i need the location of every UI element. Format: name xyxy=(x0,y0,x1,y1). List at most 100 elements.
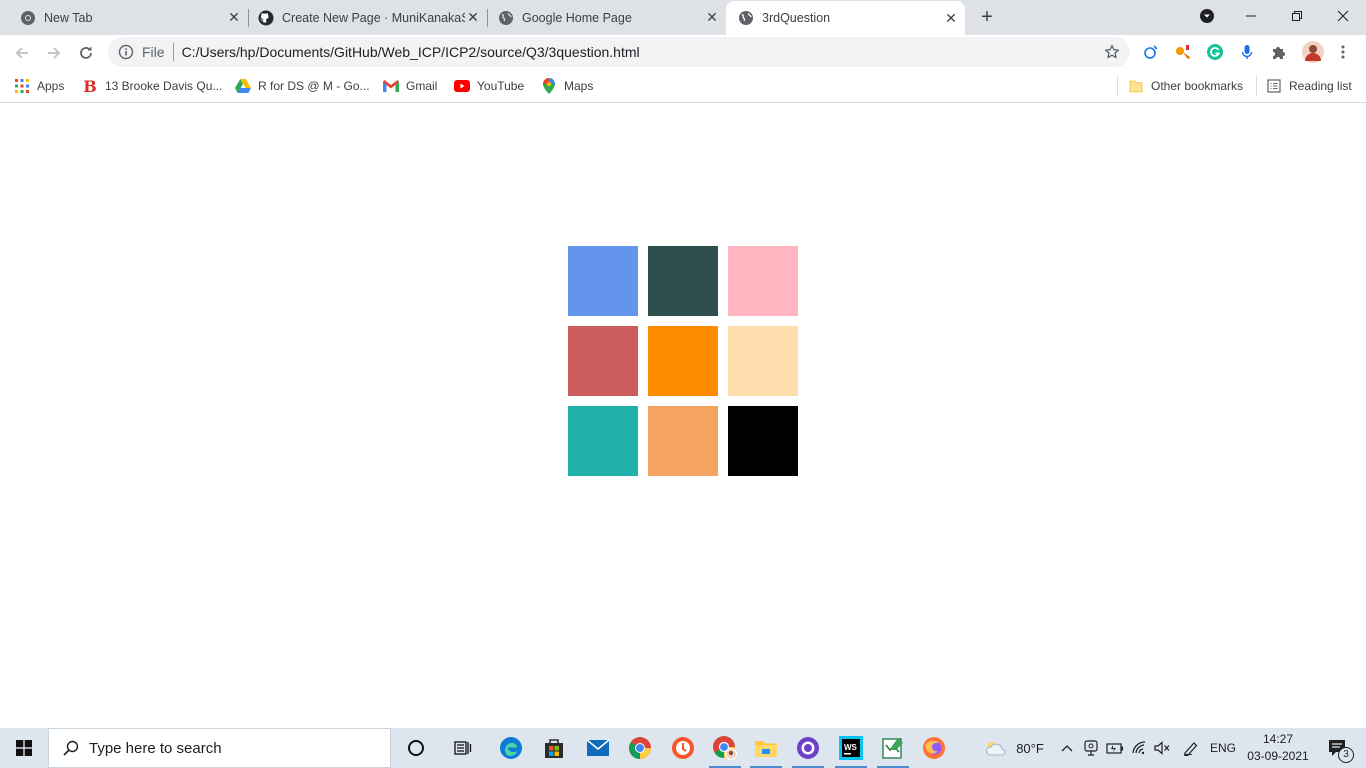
color-box xyxy=(728,406,798,476)
color-box xyxy=(648,246,718,316)
extensions-button[interactable] xyxy=(1270,43,1288,61)
clock-date: 03-09-2021 xyxy=(1247,749,1309,763)
taskbar-edge[interactable] xyxy=(491,728,531,768)
omnibox-divider xyxy=(172,43,174,61)
tab-title: 3rdQuestion xyxy=(762,11,831,25)
taskbar-webstorm[interactable]: WS xyxy=(831,728,871,768)
tab-title: Create New Page · MuniKanakaS xyxy=(282,10,465,25)
other-bookmarks-folder[interactable]: Other bookmarks xyxy=(1128,76,1243,96)
tab-title: Google Home Page xyxy=(522,10,632,25)
forward-button[interactable] xyxy=(42,41,66,65)
minimize-icon xyxy=(1246,15,1256,17)
taskbar-clock[interactable]: 14:27 03-09-2021 xyxy=(1243,731,1313,765)
page-viewport xyxy=(0,103,1366,728)
pen-icon xyxy=(1183,742,1198,756)
weather-widget[interactable] xyxy=(983,728,1009,768)
tab-create-new-page[interactable]: Create New Page · MuniKanakaS ✕ xyxy=(238,0,487,35)
taskbar-file-explorer[interactable] xyxy=(746,728,786,768)
address-bar[interactable]: File C:/Users/hp/Documents/GitHub/Web_IC… xyxy=(108,37,1130,67)
windows-logo-icon xyxy=(16,740,32,756)
close-icon[interactable]: ✕ xyxy=(943,10,959,26)
mail-icon xyxy=(586,739,610,756)
tab-3rdquestion[interactable]: 3rdQuestion ✕ xyxy=(726,1,965,35)
key-icon xyxy=(1176,45,1190,59)
globe-icon xyxy=(499,10,513,25)
microphone-icon xyxy=(1241,45,1253,59)
clock-time: 14:27 xyxy=(1262,732,1294,746)
url-text[interactable]: C:/Users/hp/Documents/GitHub/Web_ICP/ICP… xyxy=(182,44,640,60)
show-hidden-icons-button[interactable] xyxy=(1058,728,1076,768)
brave-icon xyxy=(672,737,694,759)
taskbar-search-box[interactable]: Type here to search xyxy=(48,728,391,768)
chrome-menu-button[interactable] xyxy=(1334,43,1352,61)
star-icon[interactable] xyxy=(1104,44,1120,60)
close-window-button[interactable] xyxy=(1320,0,1366,32)
back-button[interactable] xyxy=(10,41,34,65)
new-tab-button[interactable]: + xyxy=(977,7,997,28)
maps-pin-icon xyxy=(541,78,557,94)
grammarly-icon xyxy=(1207,44,1223,60)
color-grid xyxy=(568,246,798,476)
taskbar-firefox[interactable] xyxy=(914,728,954,768)
reading-list-button[interactable]: Reading list xyxy=(1266,76,1352,96)
arrow-right-icon xyxy=(48,47,61,59)
bookmark-brooke-davis[interactable]: B 13 Brooke Davis Qu... xyxy=(82,76,222,96)
speaker-muted-icon xyxy=(1154,741,1170,755)
taskbar-store[interactable] xyxy=(534,728,574,768)
globe-icon xyxy=(739,11,753,25)
bookmark-label: Reading list xyxy=(1289,79,1352,93)
chevron-up-icon xyxy=(1061,745,1073,752)
task-view-button[interactable] xyxy=(443,728,483,768)
bookmark-apps[interactable]: Apps xyxy=(14,76,64,96)
grammarly-extension-icon[interactable] xyxy=(1206,43,1224,61)
wifi-signal-icon xyxy=(1132,741,1146,755)
chrome-icon xyxy=(629,737,651,759)
wifi-icon[interactable] xyxy=(1130,728,1150,768)
pen-workspace-icon[interactable] xyxy=(1180,728,1202,768)
restore-button[interactable] xyxy=(1274,0,1320,32)
translate-extension-icon[interactable] xyxy=(1142,43,1160,61)
start-button[interactable] xyxy=(0,728,48,768)
volume-icon[interactable] xyxy=(1152,728,1172,768)
key-extension-icon[interactable] xyxy=(1174,43,1192,61)
taskbar-mail[interactable] xyxy=(578,728,618,768)
tab-google-home-page[interactable]: Google Home Page ✕ xyxy=(478,0,726,35)
taskbar-github-desktop[interactable] xyxy=(788,728,828,768)
edge-icon xyxy=(500,737,522,759)
color-box xyxy=(568,406,638,476)
chrome-profile-icon xyxy=(713,736,737,760)
bookmark-youtube[interactable]: YouTube xyxy=(454,76,524,96)
notepad-icon xyxy=(882,738,903,759)
profile-avatar[interactable] xyxy=(1302,41,1324,63)
battery-icon[interactable] xyxy=(1105,728,1125,768)
voice-extension-icon[interactable] xyxy=(1238,43,1256,61)
meet-now-icon[interactable] xyxy=(1082,728,1100,768)
taskbar-notepad[interactable] xyxy=(873,728,913,768)
search-icon xyxy=(63,740,79,756)
apps-grid-icon xyxy=(14,78,30,94)
cortana-button[interactable] xyxy=(396,728,436,768)
github-icon xyxy=(797,737,819,759)
weather-temperature[interactable]: 80°F xyxy=(1012,728,1048,768)
chevron-down-icon xyxy=(1200,9,1214,23)
input-language[interactable]: ENG xyxy=(1208,728,1238,768)
bookmark-r-for-ds[interactable]: R for DS @ M - Go... xyxy=(235,76,370,96)
taskbar-brave[interactable] xyxy=(663,728,703,768)
minimize-button[interactable] xyxy=(1228,0,1274,32)
close-icon[interactable]: ✕ xyxy=(704,9,720,26)
tab-new-tab[interactable]: New Tab ✕ xyxy=(0,0,248,35)
bookmark-label: Other bookmarks xyxy=(1151,79,1244,93)
cloud-icon xyxy=(986,742,1006,756)
info-icon[interactable] xyxy=(118,44,134,60)
action-center-button[interactable]: 3 xyxy=(1318,728,1358,768)
youtube-icon xyxy=(454,78,470,94)
reload-button[interactable] xyxy=(74,41,98,65)
taskbar-chrome-profile[interactable] xyxy=(705,728,745,768)
bookmark-label: Gmail xyxy=(406,79,438,93)
taskbar-chrome[interactable] xyxy=(620,728,660,768)
tab-search-button[interactable] xyxy=(1184,0,1230,32)
bookmark-gmail[interactable]: Gmail xyxy=(383,76,437,96)
bookmark-maps[interactable]: Maps xyxy=(541,76,593,96)
store-bag-icon xyxy=(545,739,563,758)
restore-icon xyxy=(1292,11,1302,21)
